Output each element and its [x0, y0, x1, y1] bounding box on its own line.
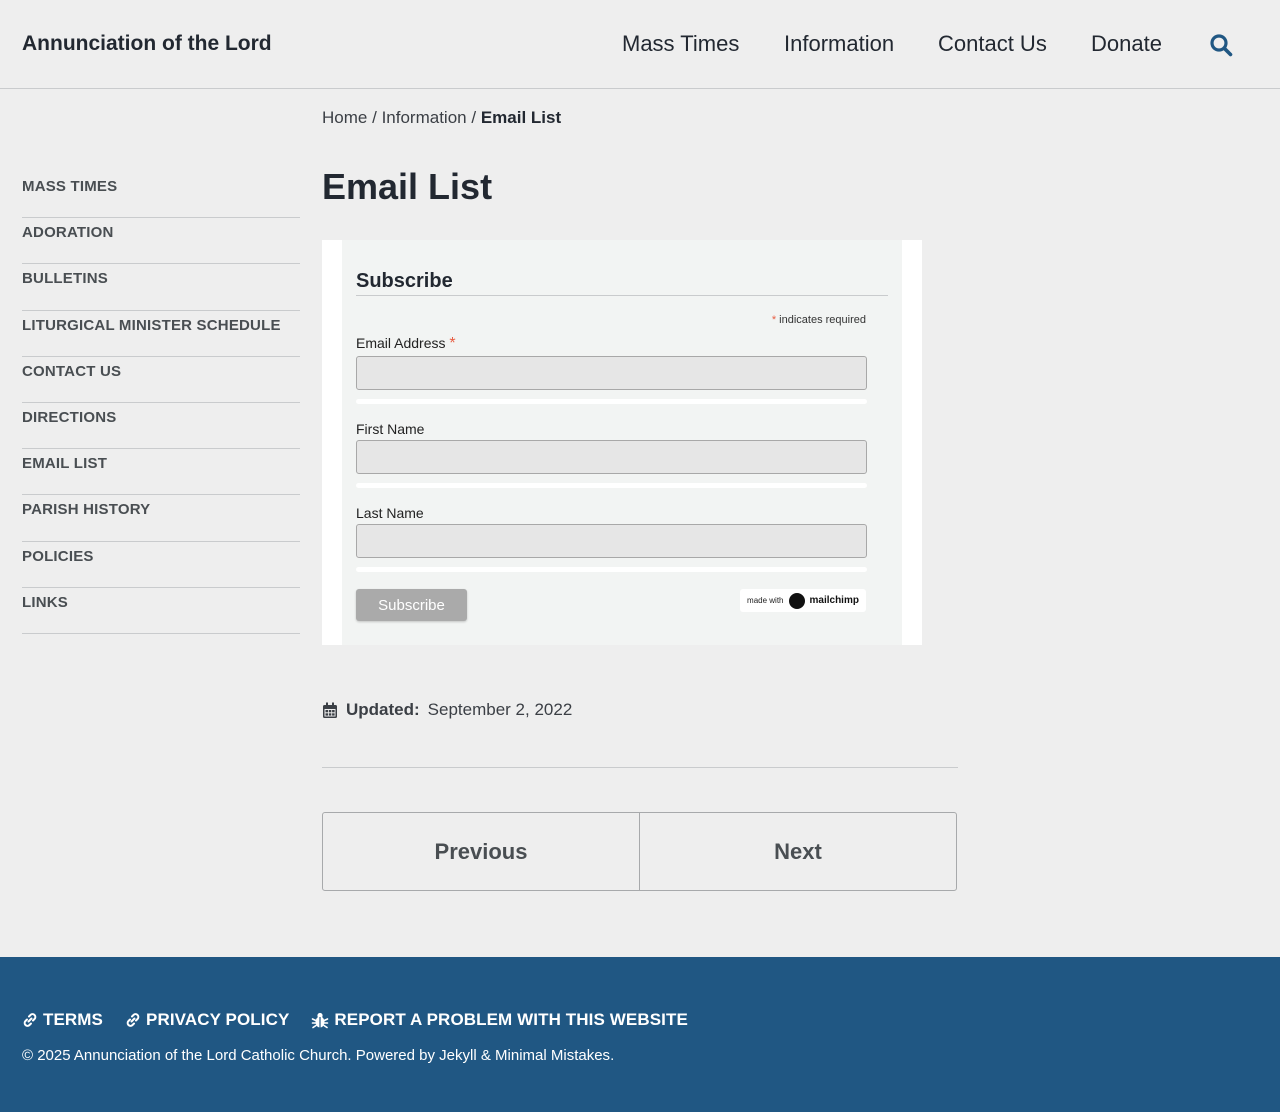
copyright: © 2025 Annunciation of the Lord Catholic…: [22, 1047, 614, 1064]
sidebar-item-links[interactable]: LINKS: [22, 588, 300, 634]
breadcrumb-current: Email List: [480, 108, 562, 127]
last-name-field[interactable]: [356, 524, 867, 558]
site-title-link[interactable]: Annunciation of the Lord: [22, 32, 272, 56]
breadcrumb-separator: /: [372, 108, 377, 127]
email-label: Email Address *: [356, 335, 456, 353]
signup-heading: Subscribe: [356, 270, 888, 296]
nav-information[interactable]: Information: [784, 31, 894, 57]
calendar-icon: [323, 702, 337, 718]
badge-brand: mailchimp: [809, 595, 859, 606]
mailchimp-logo-icon: [788, 592, 805, 609]
search-button[interactable]: [1206, 30, 1236, 60]
bug-icon: [312, 1012, 329, 1029]
page-title: Email List: [322, 166, 493, 207]
footer-link-label: PRIVACY POLICY: [146, 1010, 290, 1029]
breadcrumb: Home / Information / Email List: [322, 108, 561, 128]
email-label-text: Email Address: [356, 335, 446, 351]
search-icon: [1210, 34, 1233, 57]
sidebar-item-liturgical-minister-schedule[interactable]: LITURGICAL MINISTER SCHEDULE: [22, 311, 300, 357]
email-field[interactable]: [356, 356, 867, 390]
nav-mass-times[interactable]: Mass Times: [622, 31, 739, 57]
page-footer: TERMS PRIVACY POLICY REPORT A PROBLEM WI…: [0, 957, 1280, 1112]
field-spacer: [356, 399, 867, 404]
minimal-mistakes-link[interactable]: Minimal Mistakes: [495, 1047, 610, 1064]
footer-links: TERMS PRIVACY POLICY REPORT A PROBLEM WI…: [22, 1010, 710, 1030]
sidebar-item-adoration[interactable]: ADORATION: [22, 218, 300, 265]
updated-label: Updated:: [346, 700, 420, 719]
nav-contact-us[interactable]: Contact Us: [938, 31, 1047, 57]
sidebar-item-contact-us[interactable]: CONTACT US: [22, 357, 300, 403]
last-name-label: Last Name: [356, 505, 424, 521]
page-updated: Updated: September 2, 2022: [322, 700, 572, 720]
footer-link-label: REPORT A PROBLEM WITH THIS WEBSITE: [334, 1010, 688, 1029]
signup-container: Subscribe * indicates required Email Add…: [322, 240, 922, 645]
required-note-text: indicates required: [779, 314, 866, 326]
badge-made-with: made with: [747, 596, 784, 605]
copyright-amp: &: [480, 1047, 491, 1064]
subscribe-button[interactable]: Subscribe: [356, 589, 467, 621]
field-spacer: [356, 483, 867, 488]
breadcrumb-home[interactable]: Home: [322, 108, 367, 127]
updated-date: September 2, 2022: [427, 700, 573, 719]
next-button[interactable]: Next: [639, 813, 956, 890]
first-name-field[interactable]: [356, 440, 867, 474]
first-name-label: First Name: [356, 421, 425, 437]
email-required-asterisk: *: [449, 335, 456, 352]
link-icon: [23, 1013, 37, 1027]
footer-link-label: TERMS: [43, 1010, 103, 1029]
jekyll-link[interactable]: Jekyll: [439, 1047, 477, 1064]
breadcrumb-separator: /: [471, 108, 477, 127]
signup-form: Subscribe * indicates required Email Add…: [342, 240, 902, 645]
mailchimp-badge[interactable]: made with mailchimp: [740, 589, 866, 612]
sidebar-item-mass-times[interactable]: MASS TIMES: [22, 172, 300, 219]
copyright-period: .: [610, 1047, 615, 1064]
footer-link-terms[interactable]: TERMS: [22, 1010, 103, 1030]
link-icon: [126, 1013, 140, 1027]
required-asterisk: *: [771, 314, 777, 326]
copyright-text: © 2025 Annunciation of the Lord Catholic…: [22, 1047, 435, 1064]
field-spacer: [356, 567, 867, 572]
sidebar-nav: MASS TIMES ADORATION BULLETINS LITURGICA…: [22, 172, 300, 634]
sidebar-item-bulletins[interactable]: BULLETINS: [22, 264, 300, 311]
masthead: Annunciation of the Lord Mass Times Info…: [0, 0, 1280, 89]
sidebar-item-directions[interactable]: DIRECTIONS: [22, 403, 300, 450]
pagination: Previous Next: [322, 812, 957, 891]
required-note: * indicates required: [772, 314, 866, 326]
footer-link-privacy-policy[interactable]: PRIVACY POLICY: [125, 1010, 289, 1030]
nav-donate[interactable]: Donate: [1091, 31, 1162, 57]
footer-link-report-problem[interactable]: REPORT A PROBLEM WITH THIS WEBSITE: [311, 1010, 688, 1030]
breadcrumb-information[interactable]: Information: [382, 108, 467, 127]
sidebar-item-policies[interactable]: POLICIES: [22, 542, 300, 588]
divider: [322, 767, 958, 768]
previous-button[interactable]: Previous: [323, 813, 639, 890]
sidebar-item-email-list[interactable]: EMAIL LIST: [22, 449, 300, 496]
sidebar-item-parish-history[interactable]: PARISH HISTORY: [22, 495, 300, 542]
